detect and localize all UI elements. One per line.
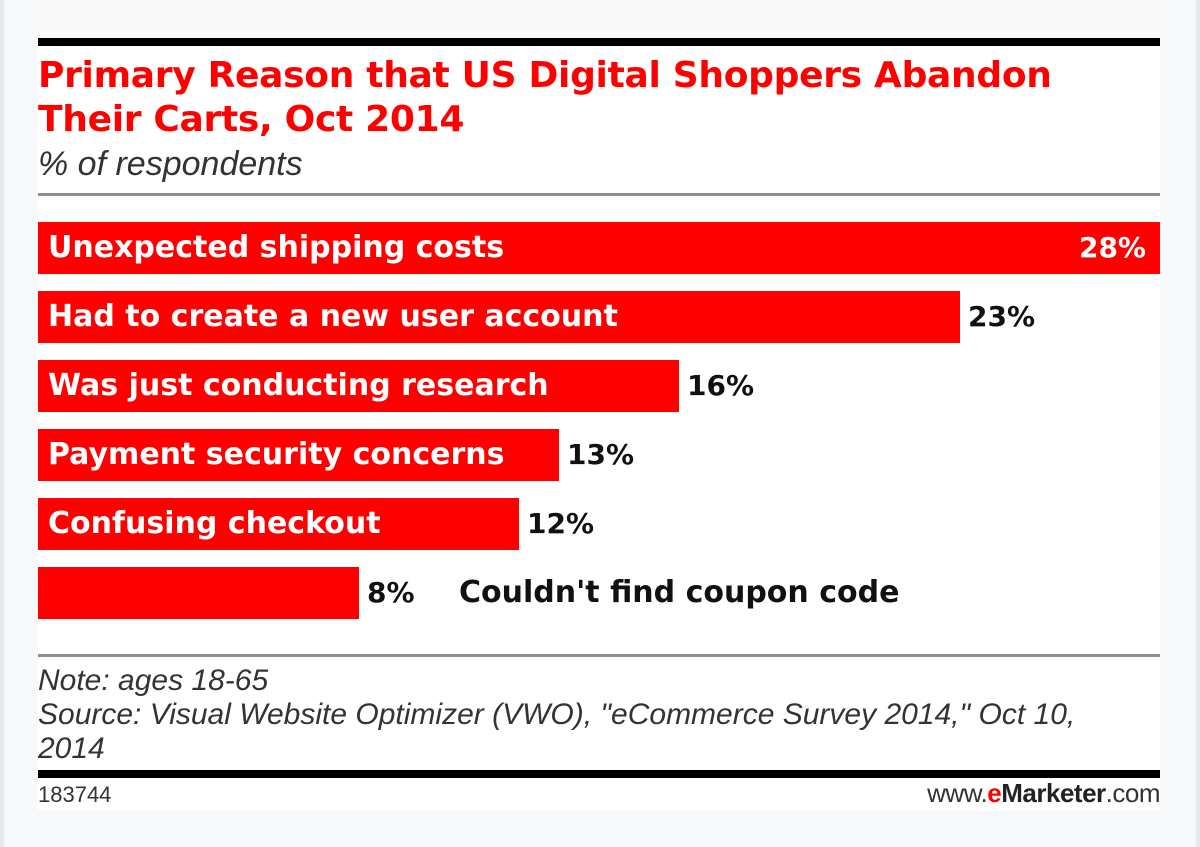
category-label-1: Unexpected shipping costs bbox=[48, 230, 505, 265]
chart-title: Primary Reason that US Digital Shoppers … bbox=[38, 55, 1052, 140]
brand-suffix: .com bbox=[1105, 778, 1161, 808]
bar-5: Confusing checkout bbox=[38, 498, 519, 550]
category-label-4: Payment security concerns bbox=[48, 437, 505, 472]
chart-id: 183744 bbox=[38, 782, 112, 807]
category-label-5: Confusing checkout bbox=[48, 506, 381, 541]
value-label-1: 28% bbox=[1078, 231, 1146, 264]
bar-3: Was just conducting research bbox=[38, 360, 679, 412]
left-frame-border bbox=[0, 0, 4, 847]
bar-plot-area: Unexpected shipping costs 28% Had to creat… bbox=[38, 222, 1160, 632]
value-label-3: 16% bbox=[687, 369, 755, 402]
bar-6 bbox=[38, 567, 359, 619]
bottom-rule bbox=[38, 770, 1160, 778]
value-label-6: 8% bbox=[367, 576, 415, 609]
brand-prefix: www. bbox=[927, 778, 988, 808]
value-label-4: 13% bbox=[567, 438, 635, 471]
top-rule bbox=[38, 38, 1160, 46]
category-label-2: Had to create a new user account bbox=[48, 299, 618, 334]
value-label-5: 12% bbox=[527, 507, 595, 540]
category-label-6: Couldn't find coupon code bbox=[459, 575, 900, 610]
notes-divider bbox=[38, 654, 1160, 657]
chart-card-top-margin bbox=[38, 0, 1160, 38]
category-label-3: Was just conducting research bbox=[48, 368, 549, 403]
value-label-2: 23% bbox=[968, 300, 1036, 333]
notes-block: Note: ages 18-65 Source: Visual Website … bbox=[38, 664, 1148, 766]
bar-2: Had to create a new user account bbox=[38, 291, 960, 343]
emarketer-brand: www.eMarketer.com bbox=[927, 778, 1160, 809]
bar-4: Payment security concerns bbox=[38, 429, 559, 481]
chart-subtitle: % of respondents bbox=[38, 145, 303, 183]
brand-name: Marketer bbox=[1001, 778, 1106, 808]
source-text: Source: Visual Website Optimizer (VWO), … bbox=[38, 698, 1076, 765]
right-frame-border bbox=[1196, 0, 1200, 847]
note-text: Note: ages 18-65 bbox=[38, 664, 269, 697]
brand-e: e bbox=[987, 778, 1002, 808]
bar-1: Unexpected shipping costs bbox=[38, 222, 1160, 274]
header-divider bbox=[38, 193, 1160, 196]
